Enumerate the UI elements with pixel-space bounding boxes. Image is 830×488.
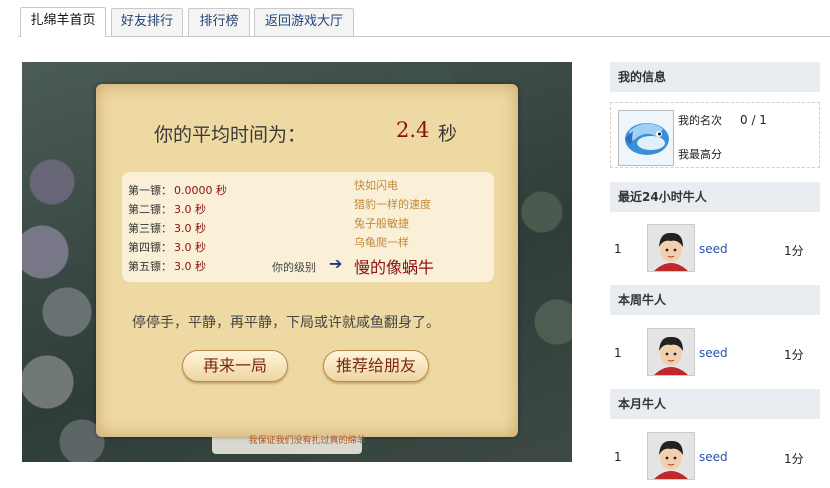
tab-back-to-lobby[interactable]: 返回游戏大厅 <box>254 8 354 36</box>
average-time-unit: 秒 <box>438 123 458 145</box>
top-month-header: 本月牛人 <box>610 389 820 419</box>
result-panel: 你的平均时间为： 2.4 秒 第一镖： 0.0000 秒 第二镖： 3.0 秒 第三… <box>96 84 518 446</box>
my-info-header: 我的信息 <box>610 62 820 92</box>
my-rank-value: 0 / 1 <box>740 113 767 127</box>
round-row: 第四镖： 3.0 秒 <box>128 241 206 254</box>
game-canvas[interactable]: 你的平均时间为： 2.4 秒 第一镖： 0.0000 秒 第二镖： 3.0 秒 第三… <box>22 62 572 462</box>
avatar[interactable] <box>647 224 695 272</box>
user-avatar-icon <box>648 433 694 479</box>
tab-baseline <box>18 36 830 37</box>
my-best-score-label: 我最高分 <box>678 148 722 161</box>
user-name-link[interactable]: seed <box>699 346 728 360</box>
arrow-right-icon: ➔ <box>329 254 343 273</box>
avatar[interactable] <box>647 432 695 480</box>
avatar[interactable] <box>647 328 695 376</box>
user-score: 1分 <box>784 348 804 362</box>
my-rank-label: 我的名次 <box>678 114 722 127</box>
fish-icon <box>619 111 673 165</box>
level-turtle: 乌龟爬一样 <box>354 236 409 249</box>
round-row: 第一镖： 0.0000 秒 <box>128 184 227 197</box>
round-row: 第五镖： 3.0 秒 <box>128 260 206 273</box>
user-score: 1分 <box>784 244 804 258</box>
user-name-link[interactable]: seed <box>699 242 728 256</box>
rank-number: 1 <box>614 346 622 360</box>
list-item: 1 seed 1分 <box>610 224 820 280</box>
rank-number: 1 <box>614 450 622 464</box>
user-avatar-icon <box>648 329 694 375</box>
user-score: 1分 <box>784 452 804 466</box>
round-results-box: 第一镖： 0.0000 秒 第二镖： 3.0 秒 第三镖： 3.0 秒 第四镖： 3.0… <box>122 172 494 282</box>
tab-leaderboard[interactable]: 排行榜 <box>188 8 250 36</box>
level-rabbit: 兔子般敏捷 <box>354 217 409 230</box>
level-lightning: 快如闪电 <box>354 179 398 192</box>
recommend-to-friend-button[interactable]: 推荐给朋友 <box>323 350 429 382</box>
encouragement-message: 停停手，平静，再平静，下局或许就咸鱼翻身了。 <box>132 315 440 331</box>
fish-avatar <box>618 110 674 166</box>
top-week-header: 本周牛人 <box>610 285 820 315</box>
tab-friends-ranking[interactable]: 好友排行 <box>111 8 183 36</box>
your-level-label: 你的级别 <box>272 261 316 274</box>
user-avatar-icon <box>648 225 694 271</box>
current-level: 慢的像蜗牛 <box>354 258 435 277</box>
tab-home[interactable]: 扎绵羊首页 <box>20 7 106 37</box>
top-24h-header: 最近24小时牛人 <box>610 182 820 212</box>
level-cheetah: 猎豹一样的速度 <box>354 198 431 211</box>
list-item: 1 seed 1分 <box>610 432 820 488</box>
round-row: 第三镖： 3.0 秒 <box>128 222 206 235</box>
round-row: 第二镖： 3.0 秒 <box>128 203 206 216</box>
user-name-link[interactable]: seed <box>699 450 728 464</box>
replay-button[interactable]: 再来一局 <box>182 350 288 382</box>
list-item: 1 seed 1分 <box>610 328 820 384</box>
tab-bar: 扎绵羊首页 好友排行 排行榜 返回游戏大厅 <box>0 0 830 37</box>
disclaimer-text: 我保证我们没有扎过真的绵羊 <box>248 436 366 446</box>
average-time-value: 2.4 <box>396 118 430 142</box>
rank-number: 1 <box>614 242 622 256</box>
average-time-label: 你的平均时间为： <box>154 124 307 146</box>
